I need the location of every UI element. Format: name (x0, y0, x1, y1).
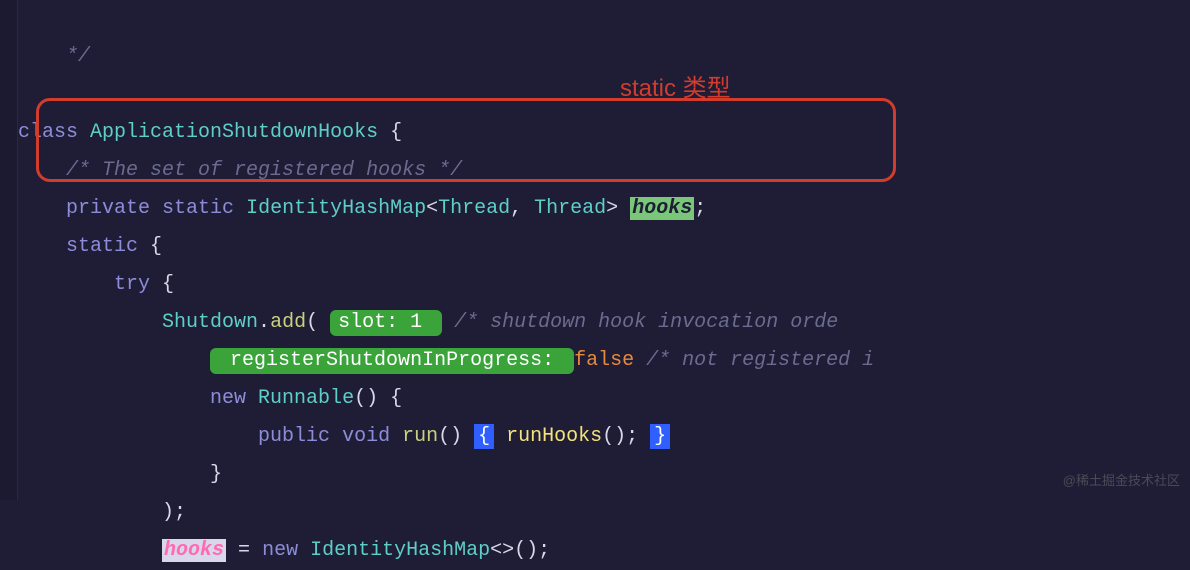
line-runnable-close: } (18, 463, 222, 486)
hooks-highlight: hooks (630, 197, 694, 220)
comment-end: */ (18, 45, 90, 68)
line-shutdown-add: Shutdown.add( slot: 1 /* shutdown hook i… (18, 310, 838, 336)
line-try: try { (18, 273, 174, 296)
hooks-highlight-2: hooks (162, 539, 226, 562)
editor-gutter (0, 0, 18, 500)
watermark: @稀土掘金技术社区 (1063, 469, 1180, 494)
line-hooks-field: private static IdentityHashMap<Thread, T… (18, 197, 706, 220)
line-add-close: ); (18, 501, 186, 524)
code-viewport: */ class ApplicationShutdownHooks { /* T… (18, 0, 874, 570)
line-class-decl: class ApplicationShutdownHooks { (18, 121, 402, 144)
fold-close-icon[interactable]: } (650, 424, 670, 449)
line-static-block: static { (18, 235, 162, 258)
annotation-label: static 类型 (620, 66, 731, 112)
param-hint-register: registerShutdownInProgress: (210, 348, 574, 374)
line-new-runnable: new Runnable() { (18, 387, 402, 410)
fold-open-icon[interactable]: { (474, 424, 494, 449)
line-hooks-assign: hooks = new IdentityHashMap<>(); (18, 539, 550, 562)
param-hint-slot: slot: 1 (330, 310, 442, 336)
line-comment-hooks: /* The set of registered hooks */ (18, 159, 462, 182)
line-register-progress: registerShutdownInProgress: false /* not… (18, 348, 874, 374)
line-run-method: public void run() { runHooks(); } (18, 424, 670, 449)
